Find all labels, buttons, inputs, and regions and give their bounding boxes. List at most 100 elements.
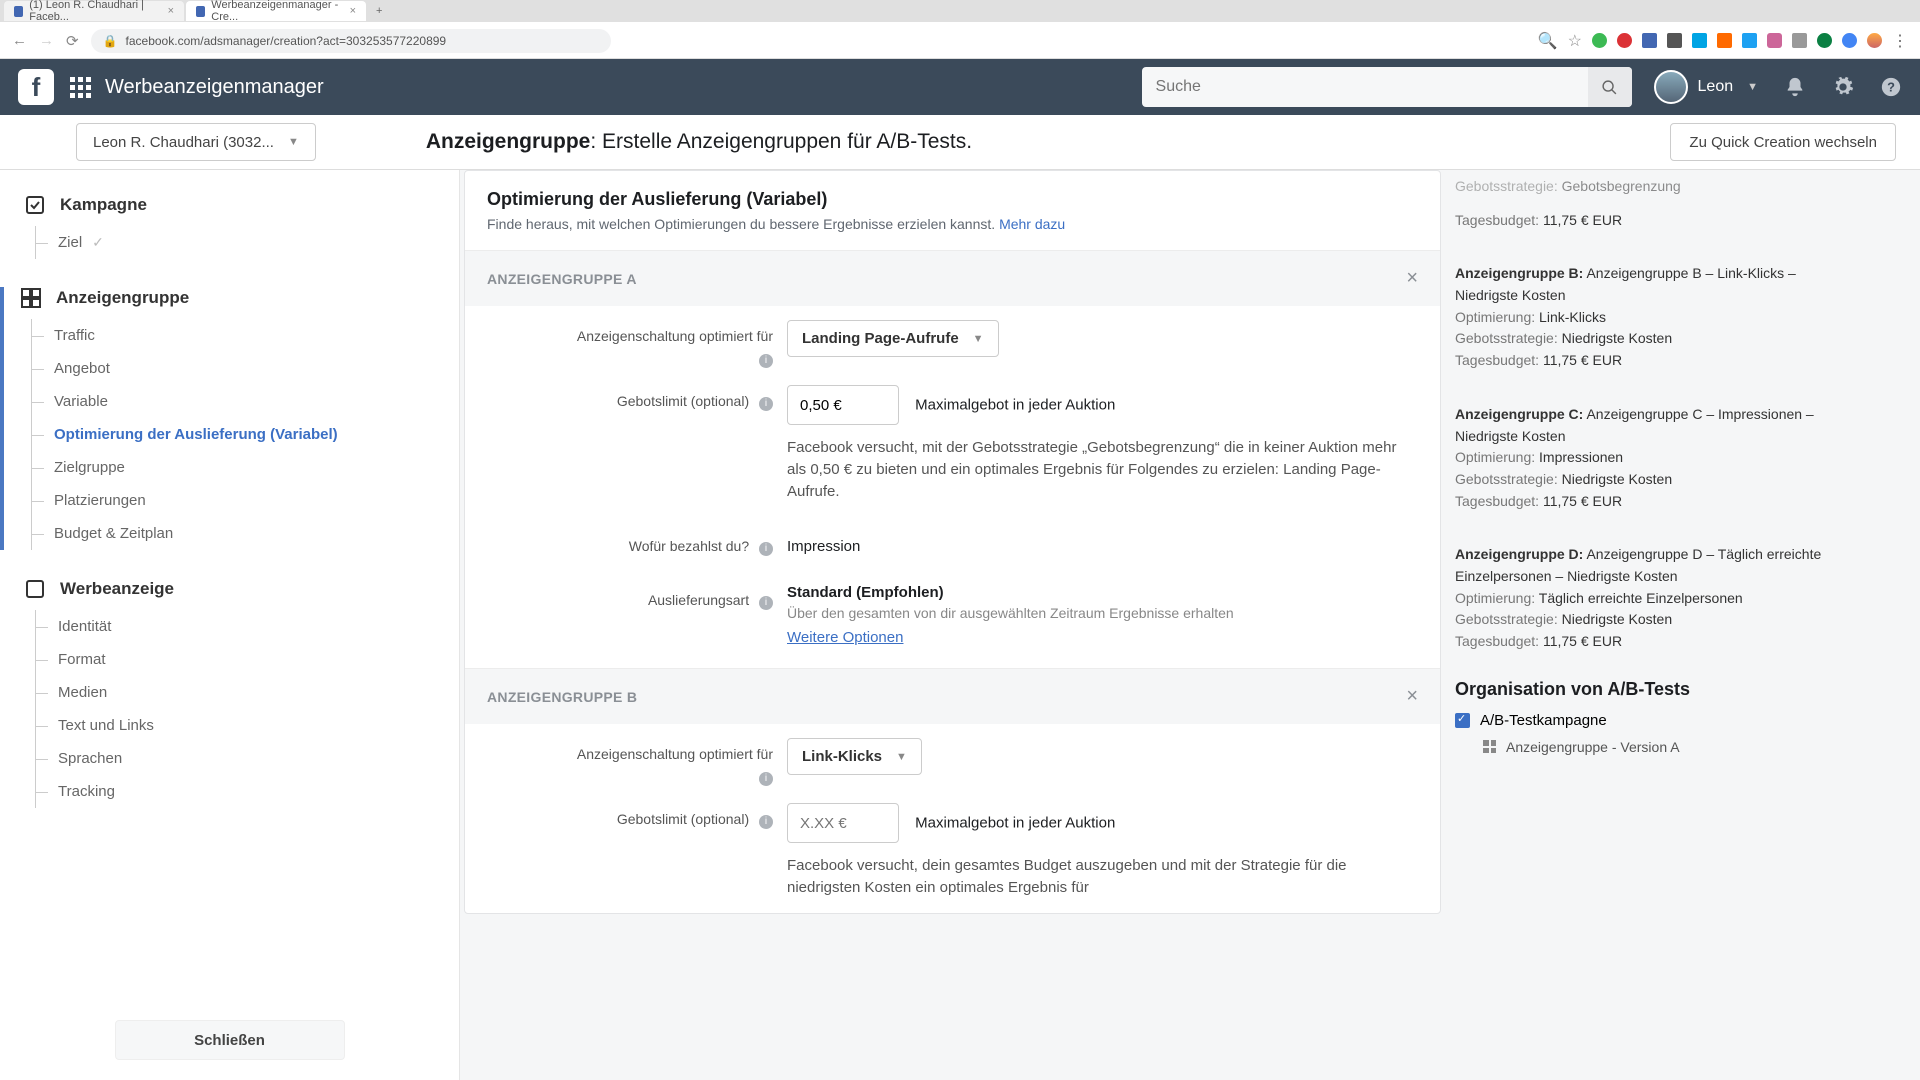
nav-head-ad[interactable]: Werbeanzeige bbox=[24, 578, 439, 600]
url-text: facebook.com/adsmanager/creation?act=303… bbox=[126, 34, 447, 48]
facebook-favicon-icon bbox=[196, 6, 205, 17]
bell-icon[interactable] bbox=[1784, 76, 1806, 98]
adset-icon bbox=[1483, 740, 1496, 753]
facebook-logo-icon[interactable]: f bbox=[18, 69, 54, 105]
chevron-down-icon: ▼ bbox=[896, 751, 907, 763]
menu-icon[interactable]: ⋮ bbox=[1892, 31, 1908, 51]
new-tab-button[interactable]: + bbox=[368, 5, 390, 17]
fb-header: f Werbeanzeigenmanager Leon ▼ ? bbox=[0, 59, 1920, 115]
summary-top: Gebotsstrategie: Gebotsbegrenzung bbox=[1455, 170, 1824, 204]
search-wrap bbox=[1142, 67, 1632, 107]
optimization-dropdown-b[interactable]: Link-Klicks ▼ bbox=[787, 738, 922, 775]
nav-item-sprachen[interactable]: Sprachen bbox=[36, 742, 439, 775]
nav-head-campaign[interactable]: Kampagne bbox=[24, 194, 439, 216]
search-button[interactable] bbox=[1588, 67, 1632, 107]
nav-item-ziel[interactable]: Ziel bbox=[36, 226, 439, 259]
bid-input-b[interactable] bbox=[787, 803, 899, 843]
apps-menu-icon[interactable] bbox=[70, 77, 91, 98]
nav-item-variable[interactable]: Variable bbox=[32, 385, 439, 418]
group-b-label: ANZEIGENGRUPPE B bbox=[487, 689, 637, 705]
org-heading: Organisation von A/B-Tests bbox=[1455, 679, 1824, 700]
address-bar: ← → ⟳ 🔒 facebook.com/adsmanager/creation… bbox=[0, 22, 1920, 59]
extension-icon[interactable] bbox=[1742, 33, 1757, 48]
optimization-dropdown-a[interactable]: Landing Page-Aufrufe ▼ bbox=[787, 320, 999, 357]
extension-icon[interactable] bbox=[1817, 33, 1832, 48]
profile-avatar-icon[interactable] bbox=[1867, 33, 1882, 48]
bid-side-text: Maximalgebot in jeder Auktion bbox=[915, 815, 1115, 832]
nav-item-medien[interactable]: Medien bbox=[36, 676, 439, 709]
nav-item-text[interactable]: Text und Links bbox=[36, 709, 439, 742]
checkbox-icon bbox=[1455, 713, 1470, 728]
nav-item-traffic[interactable]: Traffic bbox=[32, 319, 439, 352]
row-bid-a: Gebotslimit (optional) i Maximalgebot in… bbox=[465, 371, 1440, 516]
facebook-favicon-icon bbox=[14, 6, 23, 17]
info-icon[interactable]: i bbox=[759, 772, 773, 786]
extension-icon[interactable] bbox=[1667, 33, 1682, 48]
extension-icon[interactable] bbox=[1642, 33, 1657, 48]
nav-head-adset[interactable]: Anzeigengruppe bbox=[20, 287, 439, 309]
nav-item-budget[interactable]: Budget & Zeitplan bbox=[32, 517, 439, 550]
nav-item-format[interactable]: Format bbox=[36, 643, 439, 676]
info-icon[interactable]: i bbox=[759, 815, 773, 829]
learn-more-link[interactable]: Mehr dazu bbox=[999, 216, 1065, 232]
nav-section-ad: Werbeanzeige Identität Format Medien Tex… bbox=[20, 578, 439, 808]
zoom-icon[interactable]: 🔍 bbox=[1538, 31, 1558, 51]
nav-item-tracking[interactable]: Tracking bbox=[36, 775, 439, 808]
extension-icon[interactable] bbox=[1767, 33, 1782, 48]
info-icon[interactable]: i bbox=[759, 596, 773, 610]
bid-help-text: Facebook versucht, mit der Gebotsstrateg… bbox=[787, 437, 1397, 502]
close-icon[interactable]: × bbox=[1406, 267, 1418, 290]
reload-icon[interactable]: ⟳ bbox=[66, 32, 79, 50]
forward-icon[interactable]: → bbox=[39, 32, 54, 50]
label-delivery: Auslieferungsart i bbox=[487, 584, 787, 610]
url-box[interactable]: 🔒 facebook.com/adsmanager/creation?act=3… bbox=[91, 29, 611, 53]
account-selector[interactable]: Leon R. Chaudhari (3032... ▼ bbox=[76, 123, 316, 161]
close-button[interactable]: Schließen bbox=[115, 1020, 345, 1060]
help-icon[interactable]: ? bbox=[1880, 76, 1902, 98]
app-title: Werbeanzeigenmanager bbox=[105, 76, 324, 99]
back-icon[interactable]: ← bbox=[12, 32, 27, 50]
sidebar: Kampagne Ziel Anzeigengruppe Traffic Ang… bbox=[0, 170, 460, 1080]
close-icon[interactable]: × bbox=[1406, 685, 1418, 708]
group-a-label: ANZEIGENGRUPPE A bbox=[487, 271, 637, 287]
right-col: Gebotsstrategie: Gebotsbegrenzung Tagesb… bbox=[1445, 170, 1840, 1080]
extension-icon[interactable] bbox=[1592, 33, 1607, 48]
payfor-value: Impression bbox=[787, 538, 860, 555]
extension-icon[interactable] bbox=[1717, 33, 1732, 48]
extension-icon[interactable] bbox=[1792, 33, 1807, 48]
info-icon[interactable]: i bbox=[759, 397, 773, 411]
browser-tab[interactable]: (1) Leon R. Chaudhari | Faceb... × bbox=[4, 1, 184, 21]
quick-creation-button[interactable]: Zu Quick Creation wechseln bbox=[1670, 123, 1896, 161]
close-icon[interactable]: × bbox=[350, 5, 356, 17]
nav-item-platzierungen[interactable]: Platzierungen bbox=[32, 484, 439, 517]
tab-label: Werbeanzeigenmanager - Cre... bbox=[211, 0, 343, 23]
org-campaign-line[interactable]: A/B-Testkampagne bbox=[1455, 712, 1824, 729]
star-icon[interactable]: ☆ bbox=[1568, 31, 1582, 51]
chevron-down-icon: ▼ bbox=[288, 136, 299, 148]
content-col: Optimierung der Auslieferung (Variabel) … bbox=[460, 170, 1445, 1080]
summary-budget: Tagesbudget: 11,75 € EUR bbox=[1455, 204, 1824, 238]
extension-icon[interactable] bbox=[1692, 33, 1707, 48]
page-header: Leon R. Chaudhari (3032... ▼ Anzeigengru… bbox=[0, 115, 1920, 170]
browser-tab-active[interactable]: Werbeanzeigenmanager - Cre... × bbox=[186, 1, 366, 21]
lock-icon: 🔒 bbox=[103, 34, 118, 48]
close-icon[interactable]: × bbox=[168, 5, 174, 17]
more-options-link[interactable]: Weitere Optionen bbox=[787, 629, 903, 646]
nav-item-zielgruppe[interactable]: Zielgruppe bbox=[32, 451, 439, 484]
campaign-icon bbox=[24, 194, 46, 216]
search-input[interactable] bbox=[1142, 78, 1588, 96]
info-icon[interactable]: i bbox=[759, 354, 773, 368]
gear-icon[interactable] bbox=[1832, 76, 1854, 98]
nav-item-identitat[interactable]: Identität bbox=[36, 610, 439, 643]
bid-input-a[interactable] bbox=[787, 385, 899, 425]
card-subtitle: Finde heraus, mit welchen Optimierungen … bbox=[465, 216, 1440, 250]
delivery-sub: Über den gesamten von dir ausgewählten Z… bbox=[787, 605, 1418, 621]
extension-icon[interactable] bbox=[1617, 33, 1632, 48]
avatar bbox=[1654, 70, 1688, 104]
nav-item-optimierung[interactable]: Optimierung der Auslieferung (Variabel) bbox=[32, 418, 439, 451]
org-adset-line[interactable]: Anzeigengruppe - Version A bbox=[1483, 739, 1824, 755]
nav-item-angebot[interactable]: Angebot bbox=[32, 352, 439, 385]
user-menu[interactable]: Leon ▼ bbox=[1654, 70, 1758, 104]
extension-icon[interactable] bbox=[1842, 33, 1857, 48]
info-icon[interactable]: i bbox=[759, 542, 773, 556]
